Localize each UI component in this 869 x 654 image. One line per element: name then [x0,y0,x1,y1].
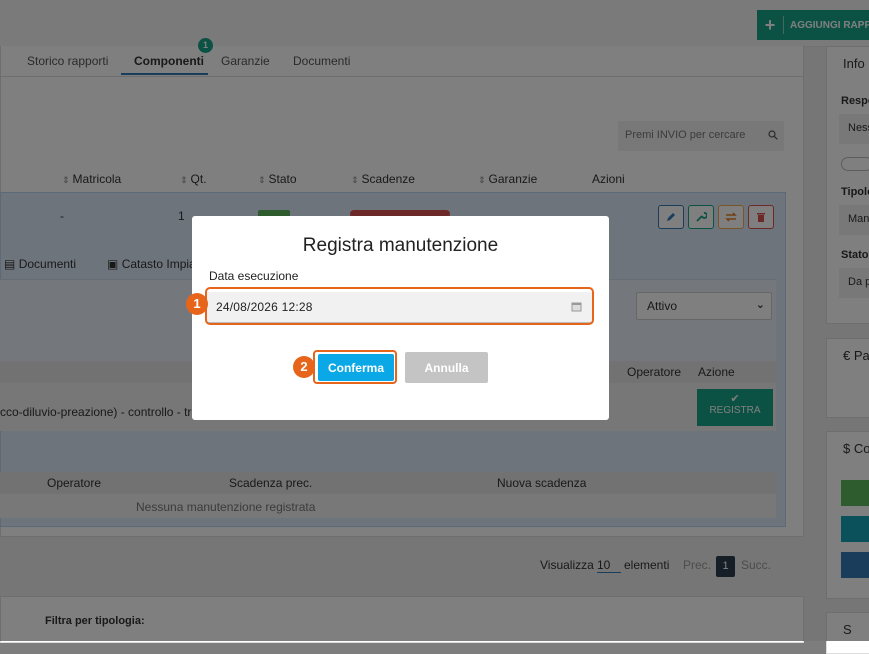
dialog-title: Registra manutenzione [302,235,499,256]
confirm-button[interactable]: Conferma [318,354,394,381]
cancel-button[interactable]: Annulla [405,352,488,383]
step-marker-2: 2 [293,356,315,378]
execution-date-label: Data esecuzione [209,269,299,283]
step-marker-1: 1 [186,293,208,315]
highlight-ring-date [205,287,594,325]
